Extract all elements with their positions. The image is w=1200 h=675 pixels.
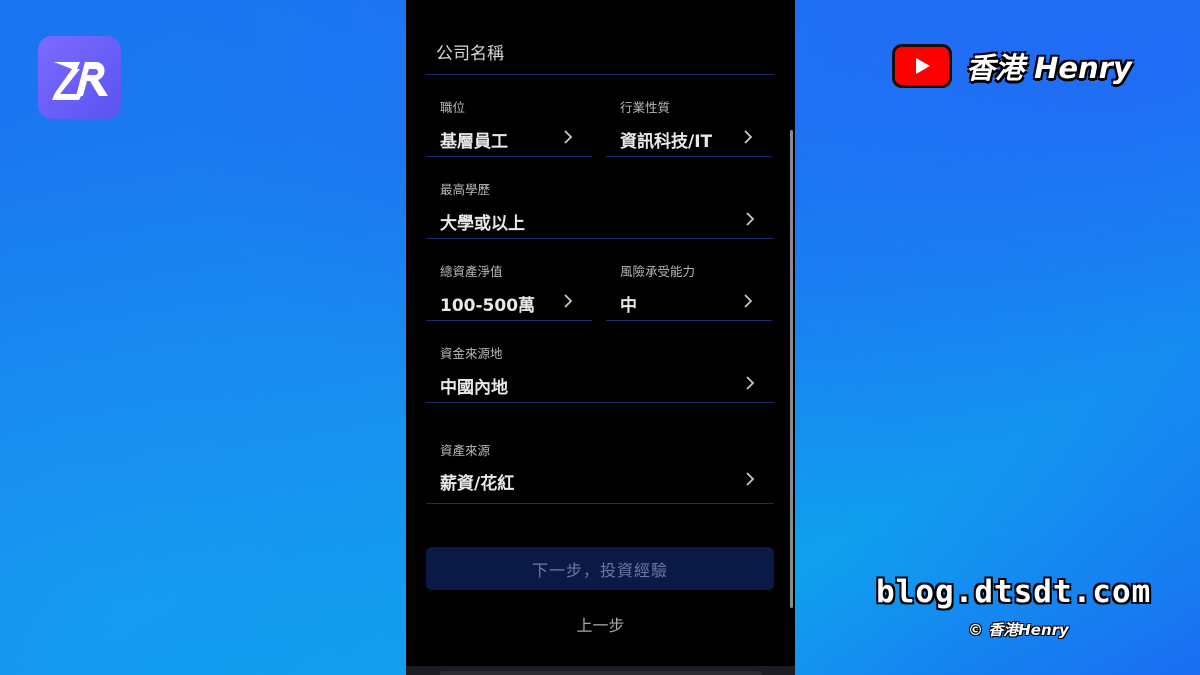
asset-source-value: 薪資/花紅 [440,474,515,494]
education-value: 大學或以上 [440,214,525,234]
net-worth-value: 100-500萬 [440,296,536,316]
risk-tolerance-select[interactable]: 風險承受能力 中 [606,246,772,321]
fund-source-select[interactable]: 資金來源地 中國內地 [426,328,774,403]
channel-name: 香港 Henry [966,51,1132,85]
chevron-right-icon [746,212,755,226]
site-watermark: blog.dtsdt.com [876,574,1152,610]
industry-select[interactable]: 行業性質 資訊科技/IT [606,82,772,157]
position-value: 基層員工 [440,132,508,152]
previous-step-button[interactable]: 上一步 [406,612,795,638]
company-name-placeholder: 公司名稱 [436,44,504,64]
fund-source-label: 資金來源地 [440,346,503,361]
scrollbar[interactable] [790,130,793,608]
education-label: 最高學歷 [440,182,491,197]
risk-tolerance-label: 風險承受能力 [620,264,696,279]
zr-app-logo [38,36,121,119]
net-worth-label: 總資產淨值 [440,264,503,279]
chevron-right-icon [746,472,755,486]
company-name-field[interactable]: 公司名稱 [426,0,774,75]
position-select[interactable]: 職位 基層員工 [426,82,592,157]
youtube-icon [892,44,952,88]
asset-source-label: 資產來源 [440,443,491,458]
industry-value: 資訊科技/IT [620,132,713,152]
chevron-right-icon [744,130,753,144]
position-label: 職位 [440,100,466,115]
bottom-bar [406,666,795,675]
chevron-right-icon [744,294,753,308]
fund-source-value: 中國內地 [440,378,508,398]
zr-logo-icon [51,61,108,100]
education-select[interactable]: 最高學歷 大學或以上 [426,164,774,239]
chevron-right-icon [564,130,573,144]
net-worth-select[interactable]: 總資產淨值 100-500萬 [426,246,592,321]
chevron-right-icon [564,294,573,308]
youtube-channel-badge: 香港 Henry [892,44,1132,88]
copyright-text: © 香港Henry [968,621,1069,639]
phone-screen: 公司名稱 職位 基層員工 行業性質 資訊科技/IT 最高學歷 大學或以上 總資產… [406,0,795,675]
asset-source-select[interactable]: 資產來源 薪資/花紅 [426,428,774,504]
next-step-button[interactable]: 下一步，投資經驗 [426,547,774,590]
chevron-right-icon [746,376,755,390]
risk-tolerance-value: 中 [620,296,637,316]
industry-label: 行業性質 [620,100,671,115]
